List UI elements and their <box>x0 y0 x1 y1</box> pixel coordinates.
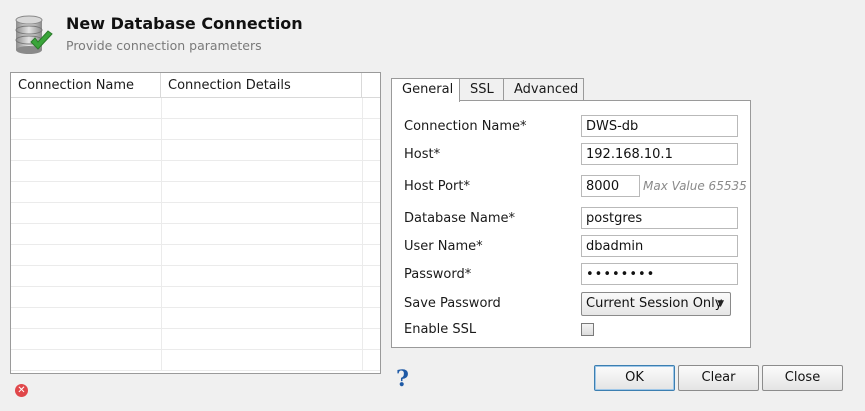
enable-ssl-label: Enable SSL <box>404 322 477 337</box>
close-button[interactable]: Close <box>762 365 843 391</box>
tab-ssl[interactable]: SSL <box>459 78 504 101</box>
user-name-input[interactable] <box>581 235 738 257</box>
host-input[interactable] <box>581 143 738 165</box>
save-password-selected-value: Current Session Only <box>586 296 723 311</box>
tab-general[interactable]: General <box>391 78 460 102</box>
table-row <box>11 329 380 350</box>
dialog-subtitle: Provide connection parameters <box>66 38 262 53</box>
save-password-select[interactable]: Current Session Only ▼ <box>581 292 731 316</box>
table-row <box>11 350 380 371</box>
table-header: Connection Name Connection Details <box>11 73 380 98</box>
connection-name-input[interactable] <box>581 115 738 137</box>
error-icon: ✕ <box>15 384 28 397</box>
table-row <box>11 266 380 287</box>
table-row <box>11 119 380 140</box>
table-row <box>11 308 380 329</box>
connection-list-table[interactable]: Connection Name Connection Details <box>10 72 381 374</box>
dialog-title: New Database Connection <box>66 14 303 33</box>
table-row <box>11 203 380 224</box>
connection-name-label: Connection Name* <box>404 119 527 134</box>
dialog-header: New Database Connection Provide connecti… <box>0 0 865 66</box>
general-settings-panel: Connection Name* Host* Host Port* Max Va… <box>391 100 751 348</box>
ok-button[interactable]: OK <box>594 365 675 391</box>
password-label: Password* <box>404 267 472 282</box>
host-port-hint: Max Value 65535 <box>643 179 747 193</box>
host-port-label: Host Port* <box>404 179 471 194</box>
host-label: Host* <box>404 147 441 162</box>
table-row <box>11 224 380 245</box>
table-row <box>11 182 380 203</box>
table-row <box>11 287 380 308</box>
table-row <box>11 98 380 119</box>
table-row <box>11 161 380 182</box>
password-input[interactable] <box>581 263 738 285</box>
save-password-label: Save Password <box>404 296 501 311</box>
table-row <box>11 245 380 266</box>
table-row <box>11 140 380 161</box>
database-name-label: Database Name* <box>404 211 516 226</box>
column-header-connection-name[interactable]: Connection Name <box>11 73 161 98</box>
clear-button[interactable]: Clear <box>678 365 759 391</box>
help-icon[interactable]: ? <box>396 366 409 392</box>
enable-ssl-checkbox[interactable] <box>581 323 594 336</box>
database-check-icon <box>15 15 53 54</box>
database-name-input[interactable] <box>581 207 738 229</box>
host-port-input[interactable] <box>581 175 640 197</box>
table-body <box>11 98 380 371</box>
user-name-label: User Name* <box>404 239 483 254</box>
chevron-down-icon: ▼ <box>717 299 724 309</box>
column-header-connection-details[interactable]: Connection Details <box>161 73 362 98</box>
tab-advanced[interactable]: Advanced <box>503 78 584 101</box>
